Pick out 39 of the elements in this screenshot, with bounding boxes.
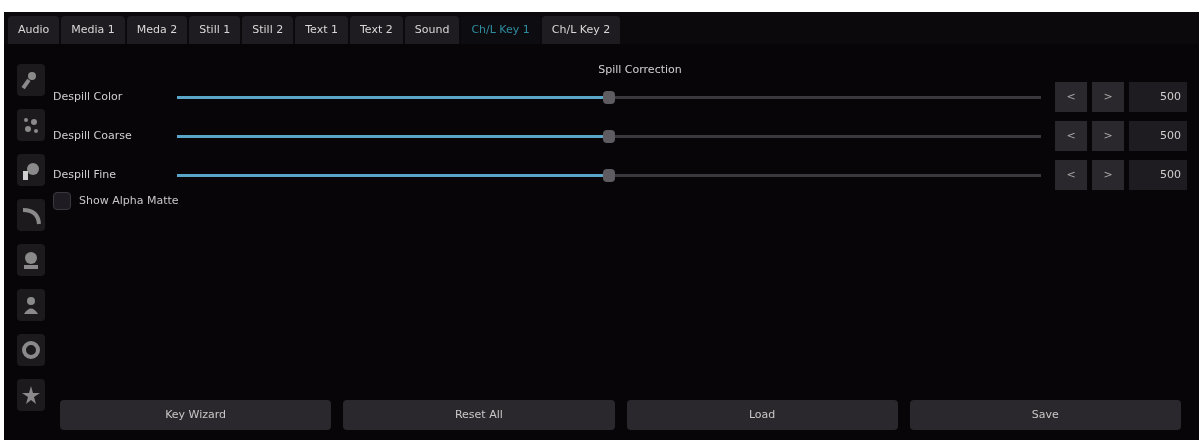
increment-button[interactable]: >: [1092, 82, 1124, 112]
slider-label: Despill Color: [53, 88, 124, 105]
tab[interactable]: Sound: [404, 16, 460, 44]
tab[interactable]: Ch/L Key 2: [541, 16, 621, 44]
value-field[interactable]: 500: [1129, 82, 1187, 112]
value-field[interactable]: 500: [1129, 160, 1187, 190]
gear-icon[interactable]: [17, 154, 45, 186]
slider-label: Despill Coarse: [53, 127, 133, 144]
tab[interactable]: Ch/L Key 1: [461, 16, 540, 44]
checkbox-label: Show Alpha Matte: [79, 192, 179, 209]
decrement-button[interactable]: <: [1055, 82, 1087, 112]
checkbox[interactable]: [53, 192, 71, 210]
action-button[interactable]: Reset All: [343, 400, 615, 430]
decrement-button[interactable]: <: [1055, 160, 1087, 190]
decrement-button[interactable]: <: [1055, 121, 1087, 151]
tab[interactable]: Still 1: [189, 16, 241, 44]
ring-icon[interactable]: [17, 334, 45, 366]
action-button[interactable]: Load: [626, 400, 898, 430]
slider-thumb[interactable]: [603, 129, 615, 143]
value-field[interactable]: 500: [1129, 121, 1187, 151]
action-button[interactable]: Key Wizard: [60, 400, 332, 430]
bucket-icon[interactable]: [17, 244, 45, 276]
brush-icon[interactable]: [17, 64, 45, 96]
arc-icon[interactable]: [17, 199, 45, 231]
sparkle-icon[interactable]: [17, 109, 45, 141]
slider-thumb[interactable]: [603, 168, 615, 182]
tab[interactable]: Meda 2: [126, 16, 188, 44]
tab[interactable]: Still 2: [242, 16, 294, 44]
slider-thumb[interactable]: [603, 90, 615, 104]
action-button[interactable]: Save: [909, 400, 1181, 430]
tab[interactable]: Text 2: [350, 16, 403, 44]
tab[interactable]: Audio: [8, 16, 60, 44]
tab[interactable]: Media 1: [61, 16, 125, 44]
slider-label: Despill Fine: [53, 166, 117, 183]
person-icon[interactable]: [17, 289, 45, 321]
section-title: Spill Correction: [598, 62, 682, 78]
tab[interactable]: Text 1: [295, 16, 348, 44]
increment-button[interactable]: >: [1092, 160, 1124, 190]
increment-button[interactable]: >: [1092, 121, 1124, 151]
